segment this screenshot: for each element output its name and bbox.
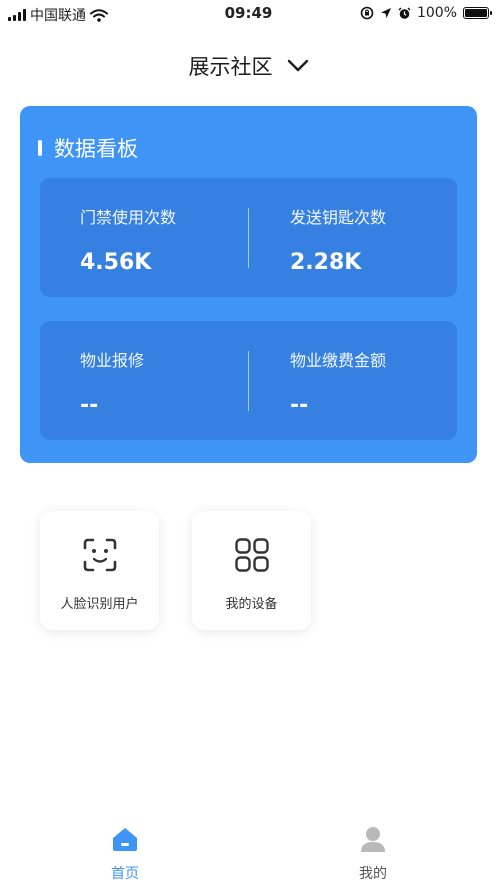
stat-key-send-count[interactable]: 发送钥匙次数 2.28K [249,178,457,297]
face-recognition-users-tile[interactable]: 人脸识别用户 [40,511,159,630]
stat-value: -- [80,393,99,418]
stat-label: 门禁使用次数 [80,208,177,227]
community-selector[interactable]: 展示社区 [0,48,497,84]
home-icon [113,828,137,851]
my-devices-tile[interactable]: 我的设备 [192,511,311,630]
rotation-lock-icon [360,6,374,20]
tab-home[interactable]: 首页 [65,815,185,883]
title-accent-bar [38,140,42,156]
tab-bar: 首页 我的 [0,815,497,883]
stat-value: -- [290,393,309,418]
stat-card-access: 门禁使用次数 4.56K 发送钥匙次数 2.28K [40,178,457,297]
stat-label: 物业缴费金额 [290,351,387,370]
battery-percent: 100% [416,5,457,21]
stat-label: 发送钥匙次数 [290,208,387,227]
chevron-down-icon [287,59,308,72]
data-dashboard: 数据看板 门禁使用次数 4.56K 发送钥匙次数 2.28K 物业报修 -- 物… [20,106,477,463]
location-icon [380,8,391,18]
user-icon [361,827,385,852]
face-scan-icon [83,538,117,572]
stat-property-repair[interactable]: 物业报修 -- [40,321,248,440]
dashboard-title: 数据看板 [54,137,138,161]
stat-property-fee-amount[interactable]: 物业缴费金额 -- [249,321,457,440]
battery-icon [463,7,492,19]
community-name: 展示社区 [188,55,273,79]
stat-value: 4.56K [80,250,152,275]
stat-value: 2.28K [290,250,362,275]
status-bar: 中国联通 09:49 100% [0,0,497,30]
battery-fill [465,9,487,17]
tab-mine[interactable]: 我的 [313,815,433,883]
tab-label: 我的 [359,866,387,882]
alarm-icon [398,7,411,19]
tile-label: 我的设备 [225,597,278,612]
grid-icon [235,538,269,572]
stat-card-property: 物业报修 -- 物业缴费金额 -- [40,321,457,440]
status-right: 100% [360,5,492,21]
stat-label: 物业报修 [80,351,145,370]
tile-label: 人脸识别用户 [60,597,139,612]
dashboard-header: 数据看板 [38,133,138,163]
stat-door-access-count[interactable]: 门禁使用次数 4.56K [40,178,248,297]
tab-label: 首页 [111,866,139,882]
